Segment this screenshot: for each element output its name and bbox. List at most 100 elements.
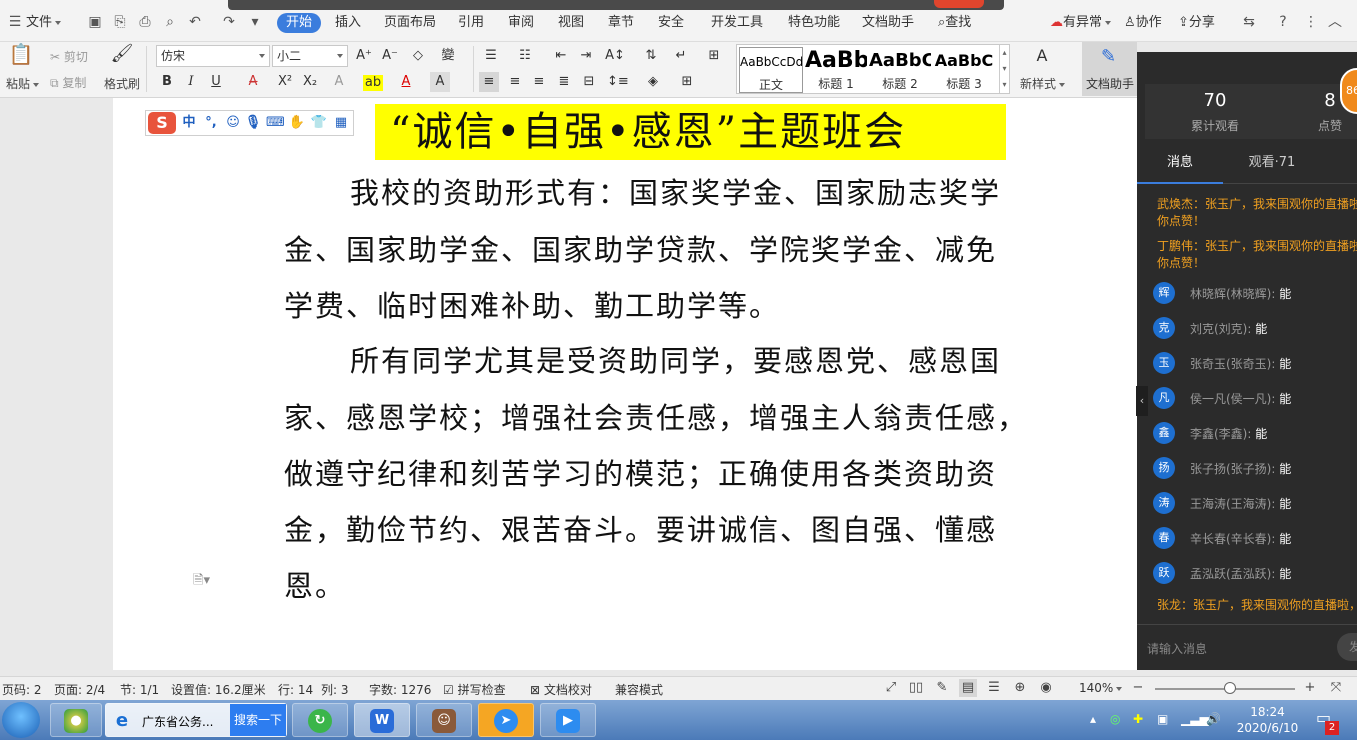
help-icon[interactable]: ?	[1274, 13, 1292, 31]
taskbar-wps[interactable]: W	[354, 703, 410, 737]
zoom-level[interactable]: 140%	[1079, 681, 1123, 695]
style-heading1[interactable]: AaBb 标题 1	[805, 47, 867, 93]
avatar[interactable]: 跃	[1153, 562, 1175, 584]
tray-360-icon[interactable]: ◎	[1110, 712, 1120, 726]
send-button[interactable]: 发	[1337, 633, 1357, 661]
fullscreen-icon[interactable]: ⤢	[882, 679, 900, 697]
print-icon[interactable]: ⎙	[136, 13, 154, 31]
avatar[interactable]: 扬	[1153, 457, 1175, 479]
ime-mode-toggle[interactable]: 中	[180, 114, 198, 132]
handwriting-icon[interactable]: ✋	[288, 114, 306, 132]
edit-mode-icon[interactable]: ✎	[933, 679, 951, 697]
font-color-icon[interactable]: A	[396, 72, 416, 92]
document-title[interactable]: “诚信•自强•感恩”主题班会	[390, 104, 906, 160]
tab-security[interactable]: 安全	[658, 13, 684, 33]
zoom-out-icon[interactable]: −	[1129, 679, 1147, 697]
superscript-icon[interactable]: X²	[275, 72, 295, 92]
sogou-logo-icon[interactable]: S	[148, 112, 176, 134]
paragraph-layout-icon[interactable]: 🗎▾	[193, 571, 210, 593]
tab-messages[interactable]: 消息	[1137, 148, 1223, 184]
tab-watching[interactable]: 观看·71	[1227, 148, 1317, 184]
tab-view[interactable]: 视图	[558, 13, 584, 33]
collapse-panel-icon[interactable]: ‹	[1136, 386, 1148, 416]
status-page-code[interactable]: 页码: 2	[2, 681, 42, 698]
numbering-icon[interactable]: ☷	[515, 46, 535, 66]
file-menu[interactable]: 文件	[26, 13, 62, 33]
zoom-slider-thumb[interactable]	[1224, 682, 1236, 694]
underline-icon[interactable]: U	[206, 72, 226, 92]
paragraph-line[interactable]: 金、国家助学金、国家助学贷款、学院奖学金、减免	[284, 230, 997, 270]
line-spacing-icon[interactable]: ↕≡	[607, 72, 629, 92]
char-shading-icon[interactable]: A	[430, 72, 450, 92]
format-painter-icon[interactable]: 🖌	[110, 44, 134, 68]
clear-format-icon[interactable]: ◇	[408, 46, 428, 66]
cut-button[interactable]: ✂ 剪切	[50, 48, 88, 65]
style-heading3[interactable]: AaBbC 标题 3	[933, 47, 995, 93]
tab-developer[interactable]: 开发工具	[711, 13, 763, 33]
taskbar-app-teacher[interactable]: ☺	[416, 703, 472, 737]
distribute-icon[interactable]: ⊟	[579, 72, 599, 92]
align-center-icon[interactable]: ≡	[505, 72, 525, 92]
borders-icon[interactable]: ⊞	[677, 72, 697, 92]
taskbar-clock[interactable]: 18:24 2020/6/10	[1230, 704, 1305, 736]
volume-icon[interactable]: 🔊	[1206, 712, 1221, 726]
taskbar-app-refresh[interactable]: ↻	[292, 703, 348, 737]
tab-review[interactable]: 审阅	[508, 13, 534, 33]
tab-chapter[interactable]: 章节	[608, 13, 634, 33]
more-icon[interactable]: ⋮	[1302, 13, 1320, 31]
web-view-icon[interactable]: ⊕	[1011, 679, 1029, 697]
text-direction-icon[interactable]: A↕	[605, 46, 625, 66]
paragraph-line[interactable]: 恩。	[284, 566, 346, 606]
show-marks-icon[interactable]: ↵	[671, 46, 691, 66]
bold-icon[interactable]: B	[157, 72, 177, 92]
tab-features[interactable]: 特色功能	[788, 13, 840, 33]
phonetic-icon[interactable]: 變	[434, 46, 462, 66]
avatar[interactable]: 辉	[1153, 282, 1175, 304]
justify-icon[interactable]: ≣	[554, 72, 574, 92]
search-button[interactable]: ⌕查找	[938, 13, 971, 33]
redo-icon[interactable]: ↷	[220, 13, 238, 31]
shading-icon[interactable]: ◈	[643, 72, 663, 92]
message-input[interactable]: 请输入消息	[1147, 640, 1207, 657]
copy-button[interactable]: ⧉ 复制	[50, 74, 86, 91]
bullets-icon[interactable]: ☰	[481, 46, 501, 66]
font-family-select[interactable]: 仿宋	[156, 45, 270, 67]
subscript-icon[interactable]: X₂	[300, 72, 320, 92]
emoji-icon[interactable]: ☺	[224, 114, 242, 132]
strikethrough-icon[interactable]: A̶	[243, 72, 263, 92]
spell-check-button[interactable]: ☑ 拼写检查	[443, 681, 506, 698]
live-badge[interactable]: 86	[1340, 68, 1357, 114]
tab-references[interactable]: 引用	[458, 13, 484, 33]
taskbar-ie-window[interactable]: e 广东省公务... 搜索一下	[105, 703, 287, 737]
paragraph-line[interactable]: 学费、临时困难补助、勤工助学等。	[284, 286, 780, 326]
search-now-button[interactable]: 搜索一下	[230, 704, 286, 736]
page-view-icon[interactable]: ▤	[959, 679, 977, 697]
ime-punct-toggle[interactable]: °,	[202, 114, 220, 132]
tab-home[interactable]: 开始	[277, 13, 322, 33]
style-normal[interactable]: AaBbCcDd 正文	[739, 47, 803, 93]
text-effect-icon[interactable]: A	[329, 72, 349, 92]
collapse-ribbon-icon[interactable]: ︿	[1326, 13, 1344, 31]
collab-button[interactable]: ♙协作	[1124, 13, 1162, 33]
skin-icon[interactable]: 👕	[310, 114, 328, 132]
avatar[interactable]: 凡	[1153, 387, 1175, 409]
end-live-button[interactable]	[934, 0, 984, 8]
italic-icon[interactable]: I	[181, 72, 201, 92]
taskbar-app-tv[interactable]: ▶	[540, 703, 596, 737]
increase-indent-icon[interactable]: ⇥	[576, 46, 596, 66]
new-style-button[interactable]: 新样式	[1020, 75, 1066, 92]
read-mode-icon[interactable]: ▯▯	[907, 679, 925, 697]
new-style-icon[interactable]: A	[1030, 46, 1054, 66]
status-page[interactable]: 页面: 2/4	[54, 681, 105, 698]
network-icon[interactable]: ▁▃▅	[1181, 712, 1209, 726]
preview-icon[interactable]: ⌕	[161, 13, 179, 31]
align-left-icon[interactable]: ≡	[479, 72, 499, 92]
tab-doc-assistant[interactable]: 文档助手	[862, 13, 914, 33]
zoom-in-icon[interactable]: +	[1301, 679, 1319, 697]
status-words[interactable]: 字数: 1276	[369, 681, 431, 698]
fit-window-icon[interactable]: ⤧	[1327, 679, 1345, 697]
paragraph-line[interactable]: 金，勤俭节约、艰苦奋斗。要讲诚信、图自强、懂感	[284, 510, 997, 550]
export-icon[interactable]: ⎘	[111, 13, 129, 31]
outline-view-icon[interactable]: ☰	[985, 679, 1003, 697]
paste-icon[interactable]: 📋	[8, 44, 34, 70]
